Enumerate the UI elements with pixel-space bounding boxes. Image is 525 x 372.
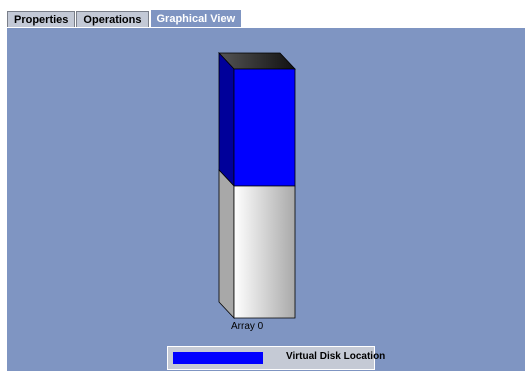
legend-swatch bbox=[173, 352, 263, 364]
bar-front-free bbox=[233, 185, 296, 319]
graphical-view-panel: Array 0 Virtual Disk Location bbox=[7, 27, 525, 371]
bar-front-used bbox=[233, 68, 296, 187]
tab-graphical-view[interactable]: Graphical View bbox=[149, 9, 243, 28]
array-label: Array 0 bbox=[231, 321, 264, 332]
tab-bar: Properties Operations Graphical View bbox=[7, 9, 525, 28]
bar-side-free bbox=[218, 169, 235, 320]
bar-side-used bbox=[218, 51, 235, 188]
array-chart bbox=[218, 51, 296, 320]
tab-properties[interactable]: Properties bbox=[7, 11, 76, 28]
window: Properties Operations Graphical View Arr… bbox=[0, 0, 525, 371]
legend: Virtual Disk Location bbox=[167, 346, 385, 370]
tab-operations[interactable]: Operations bbox=[76, 11, 149, 28]
legend-label: Virtual Disk Location bbox=[286, 351, 386, 362]
